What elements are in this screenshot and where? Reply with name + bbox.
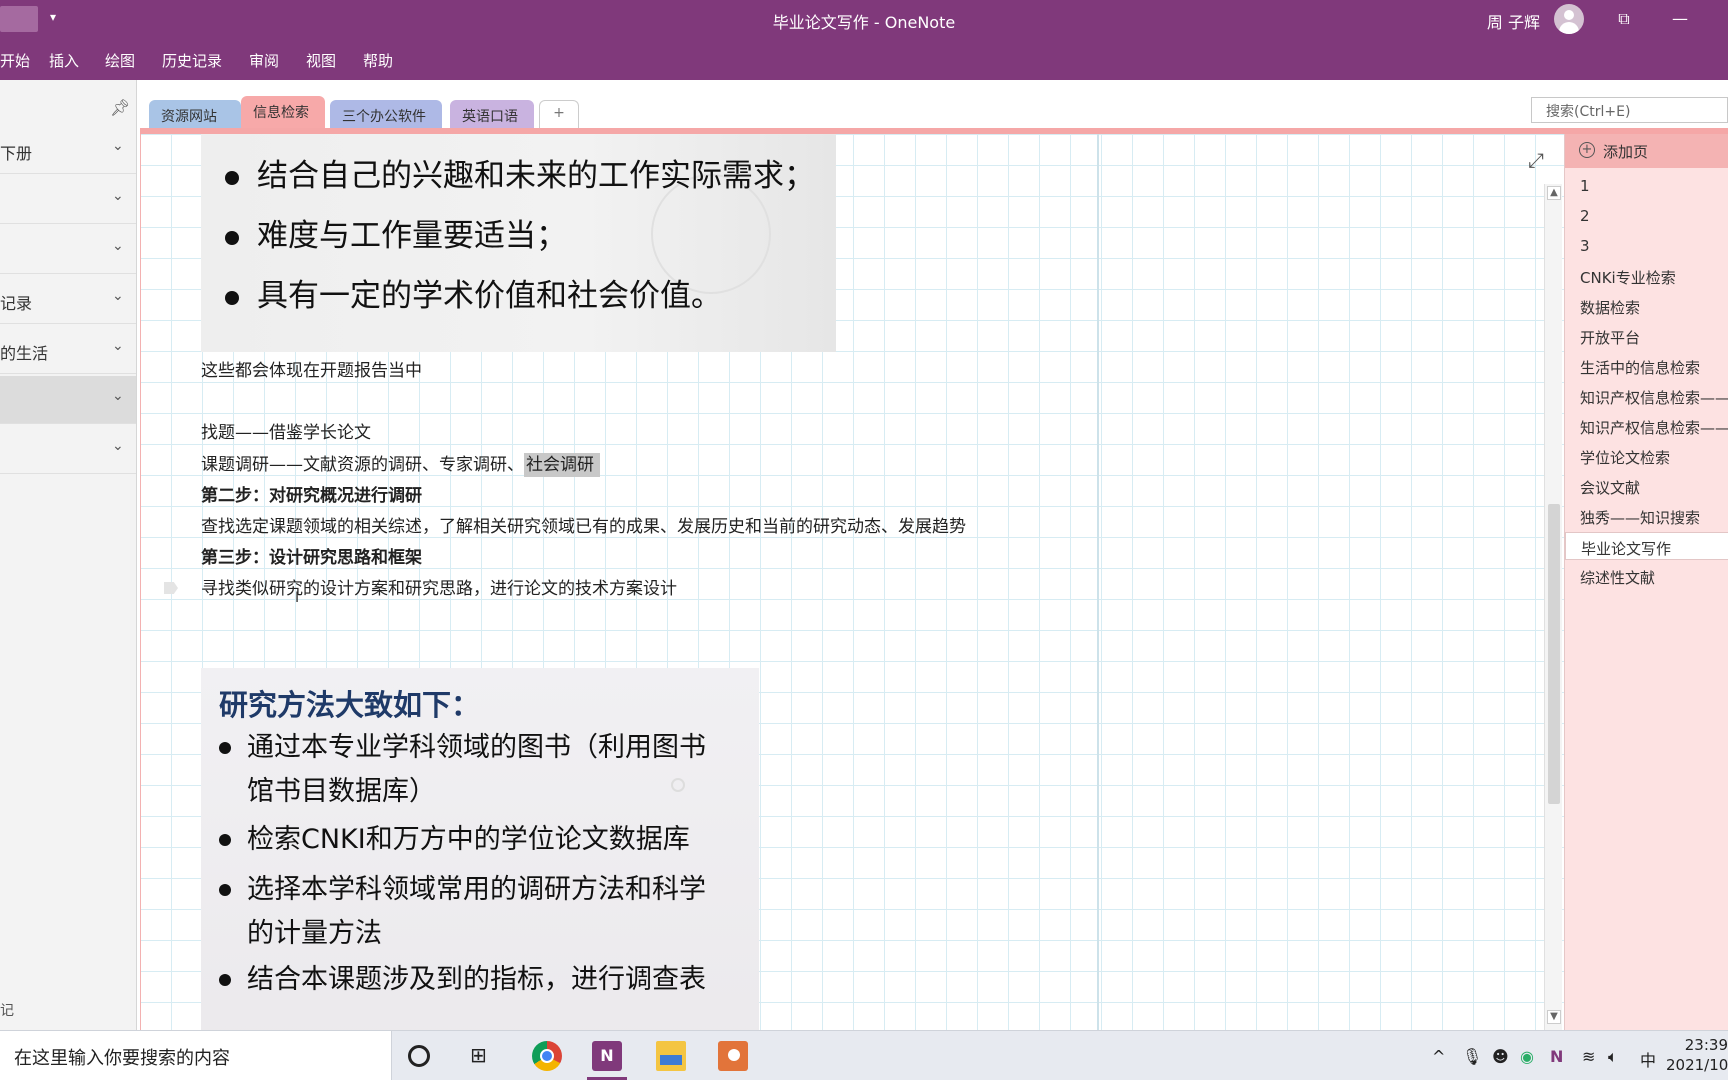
chevron-down-icon[interactable]: ⌄ (112, 338, 124, 354)
paragraph-handle-icon[interactable] (164, 582, 178, 594)
menu-history[interactable]: 历史记录 (162, 50, 222, 71)
note-line[interactable]: 查找选定课题领域的相关综述，了解相关研究领域已有的成果、发展历史和当前的研究动态… (201, 512, 966, 537)
page-item[interactable]: 知识产权信息检索—— (1565, 412, 1728, 440)
page-item[interactable]: 会议文献 (1565, 472, 1728, 500)
bullet-item: 结合自己的兴趣和未来的工作实际需求； (225, 150, 815, 195)
page-item[interactable]: 知识产权信息检索—— (1565, 382, 1728, 410)
sidebar-section[interactable]: ⌄ (0, 176, 136, 224)
chevron-down-icon[interactable]: ⌄ (112, 288, 124, 304)
bullet-item: 难度与工作量要适当； (225, 210, 567, 255)
tab-office-software[interactable]: 三个办公软件 (330, 100, 442, 130)
page-item[interactable]: CNKi专业检索 (1565, 262, 1728, 290)
scroll-thumb[interactable] (1548, 504, 1560, 804)
vertical-scrollbar[interactable]: ▲ ▼ (1544, 184, 1562, 1030)
add-section-button[interactable]: + (539, 100, 579, 130)
onenote-tray-icon[interactable]: N (1550, 1047, 1563, 1066)
sidebar-footer[interactable]: 记 (0, 1000, 14, 1020)
page-item[interactable]: 独秀——知识搜索 (1565, 502, 1728, 530)
page-list: + 添加页 1 2 3 CNKi专业检索 数据检索 开放平台 生活中的信息检索 知识产权信息检… (1564, 134, 1728, 1030)
menu-insert[interactable]: 插入 (49, 50, 79, 71)
sidebar-section[interactable]: 的生活 ⌄ (0, 326, 136, 374)
slide-heading: 研究方法大致如下： (219, 688, 481, 722)
volume-icon[interactable]: 🔈︎ (1608, 1047, 1618, 1067)
sidebar-section[interactable]: 记录 ⌄ (0, 276, 136, 324)
add-page-button[interactable]: + 添加页 (1565, 134, 1728, 168)
page-item[interactable]: 数据检索 (1565, 292, 1728, 320)
menu-help[interactable]: 帮助 (363, 50, 393, 71)
note-line[interactable]: 寻找类似研究的设计方案和研究思路，进行论文的技术方案设计 (201, 574, 677, 599)
page-item[interactable]: 1 (1565, 172, 1728, 200)
scroll-down-icon[interactable]: ▼ (1547, 1010, 1561, 1024)
title-bar: ▾ 毕业论文写作 - OneNote 周 子辉 ⧉ — (0, 0, 1728, 38)
minimize-icon[interactable]: — (1660, 4, 1700, 34)
file-explorer-icon[interactable] (656, 1041, 686, 1071)
taskbar: 在这里输入你要搜索的内容 ⊞ N ^ 🎙︎ ☻ ◉ N ≋ 🔈︎ 中 23:39… (0, 1030, 1728, 1080)
sidebar-section[interactable]: ⌄ (0, 426, 136, 474)
note-line[interactable]: 找题——借鉴学长论文 (201, 418, 371, 443)
chrome-icon[interactable] (532, 1041, 562, 1071)
bullet-item: 检索CNKI和万方中的学位论文数据库 (219, 818, 690, 862)
search-input[interactable]: 搜索(Ctrl+E) (1531, 97, 1728, 123)
notebook-sidebar: 📌︎ 下册 ⌄ ⌄ ⌄ 记录 ⌄ 的生活 ⌄ ⌄ ⌄ 记 (0, 80, 137, 1030)
scroll-up-icon[interactable]: ▲ (1547, 186, 1561, 200)
sidebar-section[interactable]: 下册 ⌄ (0, 126, 136, 174)
sidebar-section[interactable]: ⌄ (0, 226, 136, 274)
page-item[interactable]: 3 (1565, 232, 1728, 260)
note-line[interactable]: 课题调研——文献资源的调研、专家调研、 社会调研 (201, 450, 600, 477)
user-name[interactable]: 周 子辉 (1487, 9, 1540, 33)
menu-draw[interactable]: 绘图 (105, 50, 135, 71)
chevron-down-icon[interactable]: ⌄ (112, 188, 124, 204)
paint-icon[interactable] (718, 1041, 748, 1071)
selected-text[interactable]: 社会调研 (524, 453, 600, 477)
menu-review[interactable]: 审阅 (249, 50, 279, 71)
step-heading[interactable]: 第三步：设计研究思路和框架 (201, 543, 422, 568)
page-margin-line (1097, 134, 1099, 1030)
wechat-icon[interactable]: ◉ (1520, 1047, 1534, 1066)
chevron-down-icon[interactable]: ⌄ (112, 238, 124, 254)
tab-resources[interactable]: 资源网站 (149, 100, 241, 130)
page-item[interactable]: 生活中的信息检索 (1565, 352, 1728, 380)
wifi-icon[interactable]: ≋ (1582, 1047, 1595, 1066)
cortana-icon[interactable] (408, 1045, 430, 1067)
avatar[interactable] (1554, 4, 1584, 34)
task-view-icon[interactable]: ⊞ (470, 1043, 500, 1073)
bullet-item: 通过本专业学科领域的图书（利用图书 馆书目数据库） (219, 726, 706, 814)
show-hidden-icons-icon[interactable]: ^ (1432, 1047, 1445, 1066)
slide-image[interactable]: 结合自己的兴趣和未来的工作实际需求； 难度与工作量要适当； 具有一定的学术价值和… (201, 134, 836, 352)
page-item[interactable]: 学位论文检索 (1565, 442, 1728, 470)
menu-home[interactable]: 开始 (0, 50, 30, 71)
clock[interactable]: 23:39 2021/10 (1666, 1035, 1728, 1075)
page-item[interactable]: 2 (1565, 202, 1728, 230)
add-icon: + (1579, 142, 1595, 158)
ribbon-menu: 开始 插入 绘图 历史记录 审阅 视图 帮助 (0, 38, 1728, 80)
tab-english[interactable]: 英语口语 (450, 100, 534, 130)
page-item-selected[interactable]: 毕业论文写作 (1565, 532, 1728, 560)
expand-icon[interactable]: ⤢ (1528, 148, 1544, 172)
page-item[interactable]: 开放平台 (1565, 322, 1728, 350)
window-title: 毕业论文写作 - OneNote (772, 13, 956, 32)
tab-info-retrieval[interactable]: 信息检索 (241, 96, 325, 132)
pin-icon[interactable]: 📌︎ (110, 98, 130, 117)
page-item[interactable]: 综述性文献 (1565, 562, 1728, 590)
page-canvas[interactable]: 结合自己的兴趣和未来的工作实际需求； 难度与工作量要适当； 具有一定的学术价值和… (140, 134, 1564, 1030)
ime-indicator[interactable]: 中 (1640, 1047, 1656, 1071)
qq-icon[interactable]: ☻ (1492, 1047, 1509, 1066)
step-heading[interactable]: 第二步：对研究概况进行调研 (201, 481, 422, 506)
bullet-item: 具有一定的学术价值和社会价值。 (225, 270, 722, 315)
microphone-icon[interactable]: 🎙︎ (1462, 1047, 1482, 1066)
section-tabs: 资源网站 信息检索 三个办公软件 英语口语 + (137, 80, 1728, 132)
onenote-icon[interactable]: N (592, 1041, 622, 1071)
slide-image[interactable]: 研究方法大致如下： 通过本专业学科领域的图书（利用图书 馆书目数据库） 检索CNK… (201, 668, 759, 1030)
restore-icon[interactable]: ⧉ (1604, 4, 1644, 34)
chevron-down-icon[interactable]: ⌄ (112, 438, 124, 454)
sidebar-section-selected[interactable]: ⌄ (0, 376, 136, 424)
chevron-down-icon[interactable]: ⌄ (112, 138, 124, 154)
bullet-item: 选择本学科领域常用的调研方法和科学 的计量方法 (219, 868, 706, 956)
bullet-item: 结合本课题涉及到的指标，进行调查表 (219, 958, 706, 1002)
menu-view[interactable]: 视图 (306, 50, 336, 71)
chevron-down-icon[interactable]: ⌄ (112, 388, 124, 404)
taskbar-search-input[interactable]: 在这里输入你要搜索的内容 (0, 1031, 392, 1080)
note-line[interactable]: 这些都会体现在开题报告当中 (201, 356, 422, 381)
text-cursor-icon: I (295, 590, 300, 606)
